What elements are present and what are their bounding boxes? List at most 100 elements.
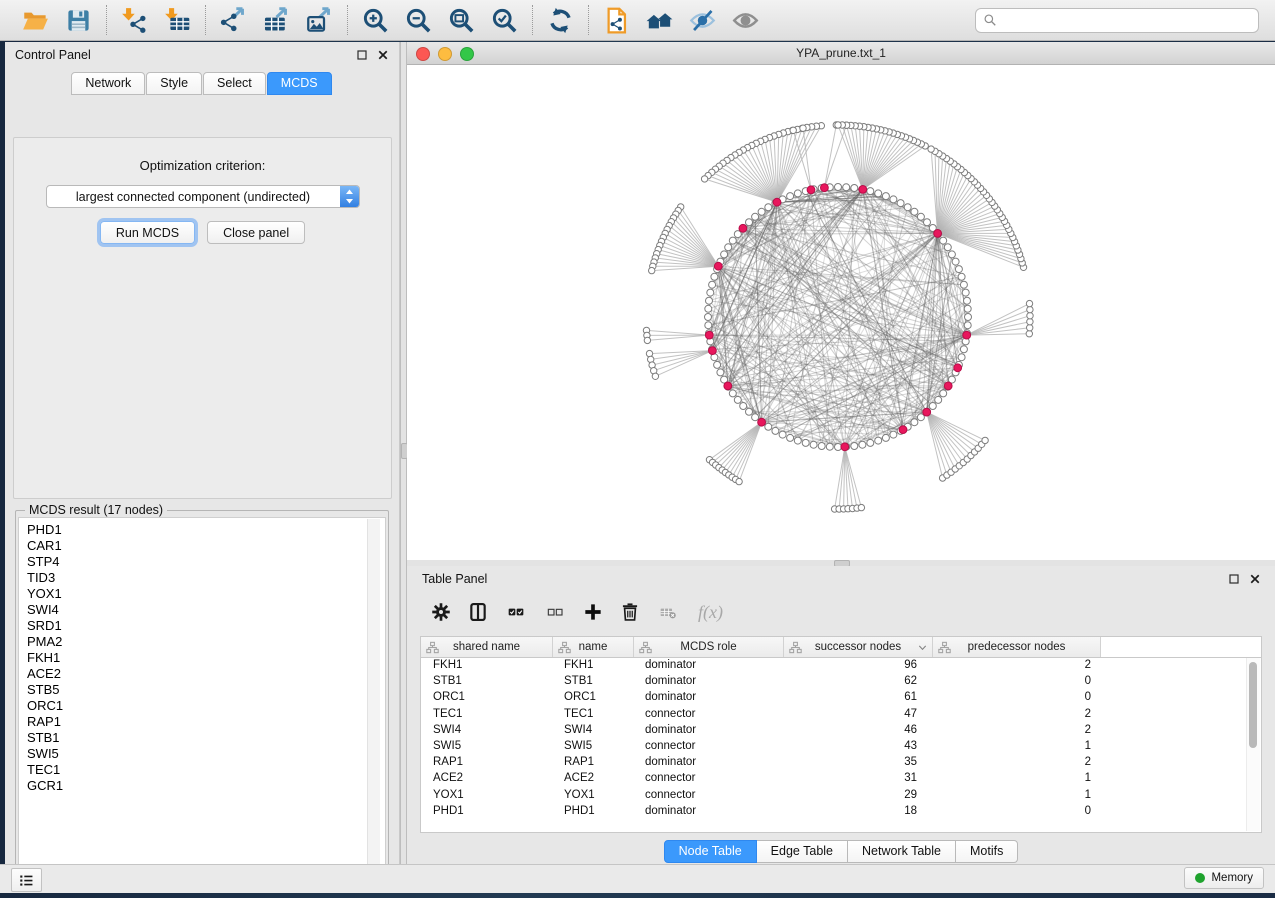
cell: 96 <box>784 659 933 671</box>
mcds-list-scrollbar[interactable] <box>367 519 380 875</box>
column-header-shared-name[interactable]: shared name <box>421 637 553 657</box>
mcds-result-group: MCDS result (17 nodes) PHD1CAR1STP4TID3Y… <box>15 510 389 880</box>
float-panel-icon[interactable] <box>356 49 368 61</box>
save-session-icon[interactable] <box>65 7 92 34</box>
mcds-result-item[interactable]: GCR1 <box>27 778 385 794</box>
zoom-in-icon[interactable] <box>362 7 389 34</box>
column-type-icon <box>938 641 951 654</box>
mcds-result-item[interactable]: ORC1 <box>27 698 385 714</box>
tab-node-table[interactable]: Node Table <box>664 840 757 863</box>
tab-edge-table[interactable]: Edge Table <box>757 840 848 863</box>
hide-graphics-details-icon[interactable] <box>689 7 716 34</box>
sort-indicator-icon[interactable] <box>917 642 928 653</box>
import-table-icon[interactable] <box>164 7 191 34</box>
network-window: YPA_prune.txt_1 <box>407 42 1275 560</box>
network-graph[interactable] <box>407 65 1275 560</box>
mcds-result-item[interactable]: FKH1 <box>27 650 385 666</box>
table-row[interactable]: TEC1TEC1connector472 <box>421 706 1247 722</box>
close-panel-icon[interactable] <box>377 49 389 61</box>
cell: 0 <box>933 675 1101 687</box>
delete-column-icon[interactable] <box>620 602 640 622</box>
mcds-result-item[interactable]: RAP1 <box>27 714 385 730</box>
tab-motifs[interactable]: Motifs <box>956 840 1018 863</box>
deselect-all-columns-icon[interactable] <box>544 604 566 620</box>
refresh-icon[interactable] <box>547 7 574 34</box>
table-settings-icon[interactable] <box>431 602 451 622</box>
mcds-result-item[interactable]: CAR1 <box>27 538 385 554</box>
cell: 47 <box>784 708 933 720</box>
show-graphics-details-icon[interactable] <box>732 7 759 34</box>
tab-network-table[interactable]: Network Table <box>848 840 956 863</box>
task-history-button[interactable] <box>11 868 42 892</box>
cell: FKH1 <box>421 659 553 671</box>
maximize-window-icon[interactable] <box>460 47 474 61</box>
table-row[interactable]: RAP1RAP1dominator352 <box>421 754 1247 770</box>
cell: dominator <box>634 805 784 817</box>
close-panel-button[interactable]: Close panel <box>207 221 305 244</box>
search-input[interactable] <box>1002 12 1251 28</box>
clear-table-icon <box>657 604 679 620</box>
tab-select[interactable]: Select <box>203 72 266 95</box>
table-row[interactable]: FKH1FKH1dominator962 <box>421 657 1247 673</box>
table-row[interactable]: ORC1ORC1dominator610 <box>421 689 1247 705</box>
mcds-result-item[interactable]: TEC1 <box>27 762 385 778</box>
table-header-row: shared namenameMCDS rolesuccessor nodesp… <box>421 637 1261 658</box>
table-scrollbar-thumb[interactable] <box>1249 662 1257 748</box>
search-box[interactable] <box>975 8 1259 33</box>
table-row[interactable]: PHD1PHD1dominator180 <box>421 803 1247 819</box>
table-row[interactable]: SWI5SWI5connector431 <box>421 738 1247 754</box>
minimize-window-icon[interactable] <box>438 47 452 61</box>
network-from-file-icon[interactable] <box>603 7 630 34</box>
table-tabs: Node TableEdge TableNetwork TableMotifs <box>407 840 1275 863</box>
column-type-icon <box>789 641 802 654</box>
open-session-icon[interactable] <box>22 7 49 34</box>
mcds-result-item[interactable]: STB5 <box>27 682 385 698</box>
add-column-icon[interactable] <box>583 602 603 622</box>
column-header-name[interactable]: name <box>553 637 634 657</box>
column-header-successor-nodes[interactable]: successor nodes <box>784 637 933 657</box>
mcds-result-item[interactable]: PMA2 <box>27 634 385 650</box>
zoom-out-icon[interactable] <box>405 7 432 34</box>
mcds-result-item[interactable]: SRD1 <box>27 618 385 634</box>
zoom-fit-icon[interactable] <box>448 7 475 34</box>
table-row[interactable]: STB1STB1dominator620 <box>421 673 1247 689</box>
column-header-MCDS-role[interactable]: MCDS role <box>634 637 784 657</box>
close-window-icon[interactable] <box>416 47 430 61</box>
mcds-result-item[interactable]: STP4 <box>27 554 385 570</box>
table-scrollbar[interactable] <box>1246 658 1260 831</box>
mcds-result-item[interactable]: PHD1 <box>27 522 385 538</box>
mcds-result-item[interactable]: SWI5 <box>27 746 385 762</box>
network-window-titlebar[interactable]: YPA_prune.txt_1 <box>407 42 1275 65</box>
table-row[interactable]: ACE2ACE2connector311 <box>421 770 1247 786</box>
tab-mcds[interactable]: MCDS <box>267 72 332 95</box>
tab-network[interactable]: Network <box>71 72 145 95</box>
table-row[interactable]: SWI4SWI4dominator462 <box>421 722 1247 738</box>
mcds-result-item[interactable]: ACE2 <box>27 666 385 682</box>
import-network-icon[interactable] <box>121 7 148 34</box>
mcds-result-item[interactable]: SWI4 <box>27 602 385 618</box>
table-row[interactable]: YOX1YOX1connector291 <box>421 787 1247 803</box>
memory-button[interactable]: Memory <box>1184 867 1264 889</box>
show-columns-icon[interactable] <box>468 602 488 622</box>
dropdown-stepper-icon <box>340 185 359 208</box>
export-table-icon[interactable] <box>263 7 290 34</box>
mcds-result-list[interactable]: PHD1CAR1STP4TID3YOX1SWI4SRD1PMA2FKH1ACE2… <box>18 517 386 877</box>
network-canvas[interactable] <box>407 65 1275 560</box>
export-image-icon[interactable] <box>306 7 333 34</box>
float-table-panel-icon[interactable] <box>1228 573 1240 585</box>
mcds-result-item[interactable]: STB1 <box>27 730 385 746</box>
select-all-columns-icon[interactable] <box>505 604 527 620</box>
close-table-panel-icon[interactable] <box>1249 573 1261 585</box>
zoom-selected-icon[interactable] <box>491 7 518 34</box>
cell: 62 <box>784 675 933 687</box>
mcds-result-item[interactable]: YOX1 <box>27 586 385 602</box>
column-header-predecessor-nodes[interactable]: predecessor nodes <box>933 637 1101 657</box>
export-network-icon[interactable] <box>220 7 247 34</box>
criterion-dropdown[interactable]: largest connected component (undirected) <box>46 185 360 208</box>
search-sites-icon[interactable] <box>646 7 673 34</box>
run-mcds-button[interactable]: Run MCDS <box>100 221 195 244</box>
column-type-icon <box>558 641 571 654</box>
vertical-splitter[interactable] <box>400 42 407 864</box>
tab-style[interactable]: Style <box>146 72 202 95</box>
mcds-result-item[interactable]: TID3 <box>27 570 385 586</box>
